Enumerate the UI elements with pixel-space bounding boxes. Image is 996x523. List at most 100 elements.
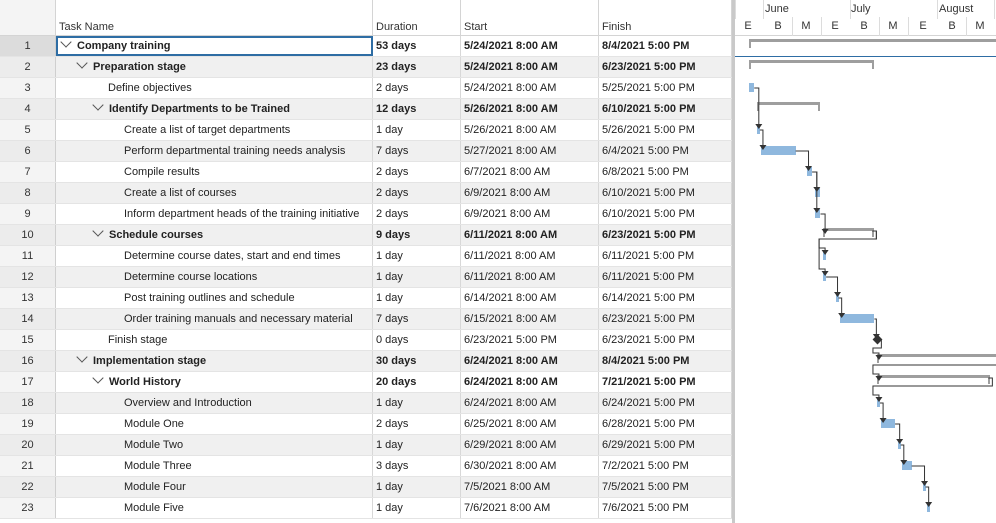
start-cell[interactable]: 5/26/2021 8:00 AM — [461, 99, 599, 119]
start-cell[interactable]: 6/30/2021 8:00 AM — [461, 456, 599, 476]
row-number[interactable]: 19 — [0, 414, 56, 434]
collapse-chevron-icon[interactable] — [60, 36, 72, 48]
collapse-chevron-icon[interactable] — [76, 57, 88, 69]
row-number[interactable]: 16 — [0, 351, 56, 371]
task-row[interactable]: 22 Module Four 1 day 7/5/2021 8:00 AM 7/5/20… — [0, 477, 732, 498]
task-row[interactable]: 13 Post training outlines and schedule 1 d… — [0, 288, 732, 309]
task-row[interactable]: 5 Create a list of target departments 1 da… — [0, 120, 732, 141]
row-number[interactable]: 8 — [0, 183, 56, 203]
task-name-cell[interactable]: Module Three — [56, 456, 373, 476]
task-name-cell[interactable]: Compile results — [56, 162, 373, 182]
task-row[interactable]: 23 Module Five 1 day 7/6/2021 8:00 AM 7/6/20… — [0, 498, 732, 519]
duration-cell[interactable]: 1 day — [373, 477, 461, 497]
finish-cell[interactable]: 6/23/2021 5:00 PM — [599, 309, 732, 329]
finish-cell[interactable]: 7/6/2021 5:00 PM — [599, 498, 732, 518]
task-row[interactable]: 1 Company training 53 days 5/24/2021 8:00 A… — [0, 36, 732, 57]
duration-cell[interactable]: 2 days — [373, 183, 461, 203]
row-number[interactable]: 10 — [0, 225, 56, 245]
finish-cell[interactable]: 7/21/2021 5:00 PM — [599, 372, 732, 392]
row-number[interactable]: 3 — [0, 78, 56, 98]
row-number[interactable]: 2 — [0, 57, 56, 77]
finish-cell[interactable]: 6/4/2021 5:00 PM — [599, 141, 732, 161]
finish-cell[interactable]: 6/23/2021 5:00 PM — [599, 57, 732, 77]
task-name-cell[interactable]: Implementation stage — [56, 351, 373, 371]
task-row[interactable]: 18 Overview and Introduction 1 day 6/24/202… — [0, 393, 732, 414]
duration-column-header[interactable]: Duration — [373, 0, 461, 36]
duration-cell[interactable]: 7 days — [373, 309, 461, 329]
start-cell[interactable]: 5/26/2021 8:00 AM — [461, 120, 599, 140]
start-cell[interactable]: 7/6/2021 8:00 AM — [461, 498, 599, 518]
duration-cell[interactable]: 9 days — [373, 225, 461, 245]
collapse-chevron-icon[interactable] — [92, 99, 104, 111]
row-number[interactable]: 12 — [0, 267, 56, 287]
task-name-cell[interactable]: Define objectives — [56, 78, 373, 98]
finish-cell[interactable]: 6/8/2021 5:00 PM — [599, 162, 732, 182]
duration-cell[interactable]: 1 day — [373, 435, 461, 455]
finish-cell[interactable]: 6/23/2021 5:00 PM — [599, 330, 732, 350]
task-row[interactable]: 6 Perform departmental training needs ana… — [0, 141, 732, 162]
start-cell[interactable]: 6/14/2021 8:00 AM — [461, 288, 599, 308]
duration-cell[interactable]: 53 days — [373, 36, 461, 56]
task-name-cell[interactable]: Module Five — [56, 498, 373, 518]
start-cell[interactable]: 6/15/2021 8:00 AM — [461, 309, 599, 329]
task-row[interactable]: 2 Preparation stage 23 days 5/24/2021 8:00 … — [0, 57, 732, 78]
collapse-chevron-icon[interactable] — [92, 372, 104, 384]
task-row[interactable]: 8 Create a list of courses 2 days 6/9/2021 … — [0, 183, 732, 204]
duration-cell[interactable]: 1 day — [373, 498, 461, 518]
start-cell[interactable]: 6/25/2021 8:00 AM — [461, 414, 599, 434]
row-number[interactable]: 5 — [0, 120, 56, 140]
task-name-cell[interactable]: Create a list of courses — [56, 183, 373, 203]
task-name-cell[interactable]: Perform departmental training needs anal… — [56, 141, 373, 161]
duration-cell[interactable]: 30 days — [373, 351, 461, 371]
start-cell[interactable]: 7/5/2021 8:00 AM — [461, 477, 599, 497]
finish-cell[interactable]: 6/29/2021 5:00 PM — [599, 435, 732, 455]
task-row[interactable]: 7 Compile results 2 days 6/7/2021 8:00 AM 6/… — [0, 162, 732, 183]
finish-cell[interactable]: 6/23/2021 5:00 PM — [599, 225, 732, 245]
row-number[interactable]: 13 — [0, 288, 56, 308]
row-number[interactable]: 7 — [0, 162, 56, 182]
duration-cell[interactable]: 2 days — [373, 414, 461, 434]
duration-cell[interactable]: 23 days — [373, 57, 461, 77]
finish-cell[interactable]: 8/4/2021 5:00 PM — [599, 351, 732, 371]
task-name-cell[interactable]: Create a list of target departments — [56, 120, 373, 140]
start-cell[interactable]: 6/24/2021 8:00 AM — [461, 393, 599, 413]
duration-cell[interactable]: 2 days — [373, 204, 461, 224]
duration-cell[interactable]: 1 day — [373, 246, 461, 266]
task-name-cell[interactable]: Post training outlines and schedule — [56, 288, 373, 308]
task-name-cell[interactable]: Module One — [56, 414, 373, 434]
finish-cell[interactable]: 5/25/2021 5:00 PM — [599, 78, 732, 98]
finish-cell[interactable]: 6/28/2021 5:00 PM — [599, 414, 732, 434]
duration-cell[interactable]: 1 day — [373, 120, 461, 140]
task-name-cell[interactable]: Inform department heads of the training … — [56, 204, 373, 224]
row-number[interactable]: 1 — [0, 36, 56, 56]
finish-cell[interactable]: 6/14/2021 5:00 PM — [599, 288, 732, 308]
task-name-cell[interactable]: Preparation stage — [56, 57, 373, 77]
duration-cell[interactable]: 3 days — [373, 456, 461, 476]
row-number[interactable]: 17 — [0, 372, 56, 392]
row-number[interactable]: 18 — [0, 393, 56, 413]
start-cell[interactable]: 5/24/2021 8:00 AM — [461, 78, 599, 98]
task-name-cell[interactable]: Determine course locations — [56, 267, 373, 287]
row-number[interactable]: 20 — [0, 435, 56, 455]
row-number[interactable]: 4 — [0, 99, 56, 119]
row-number[interactable]: 22 — [0, 477, 56, 497]
row-number[interactable]: 14 — [0, 309, 56, 329]
finish-cell[interactable]: 6/10/2021 5:00 PM — [599, 204, 732, 224]
start-cell[interactable]: 6/9/2021 8:00 AM — [461, 183, 599, 203]
duration-cell[interactable]: 12 days — [373, 99, 461, 119]
collapse-chevron-icon[interactable] — [76, 351, 88, 363]
finish-cell[interactable]: 6/10/2021 5:00 PM — [599, 99, 732, 119]
row-number[interactable]: 15 — [0, 330, 56, 350]
start-cell[interactable]: 6/11/2021 8:00 AM — [461, 246, 599, 266]
finish-cell[interactable]: 7/2/2021 5:00 PM — [599, 456, 732, 476]
finish-cell[interactable]: 6/11/2021 5:00 PM — [599, 267, 732, 287]
task-row[interactable]: 21 Module Three 3 days 6/30/2021 8:00 AM 7/2… — [0, 456, 732, 477]
row-number[interactable]: 6 — [0, 141, 56, 161]
collapse-chevron-icon[interactable] — [92, 225, 104, 237]
finish-cell[interactable]: 5/26/2021 5:00 PM — [599, 120, 732, 140]
start-cell[interactable]: 6/23/2021 5:00 PM — [461, 330, 599, 350]
start-cell[interactable]: 6/9/2021 8:00 AM — [461, 204, 599, 224]
duration-cell[interactable]: 1 day — [373, 267, 461, 287]
finish-cell[interactable]: 6/24/2021 5:00 PM — [599, 393, 732, 413]
task-row[interactable]: 14 Order training manuals and necessary m… — [0, 309, 732, 330]
